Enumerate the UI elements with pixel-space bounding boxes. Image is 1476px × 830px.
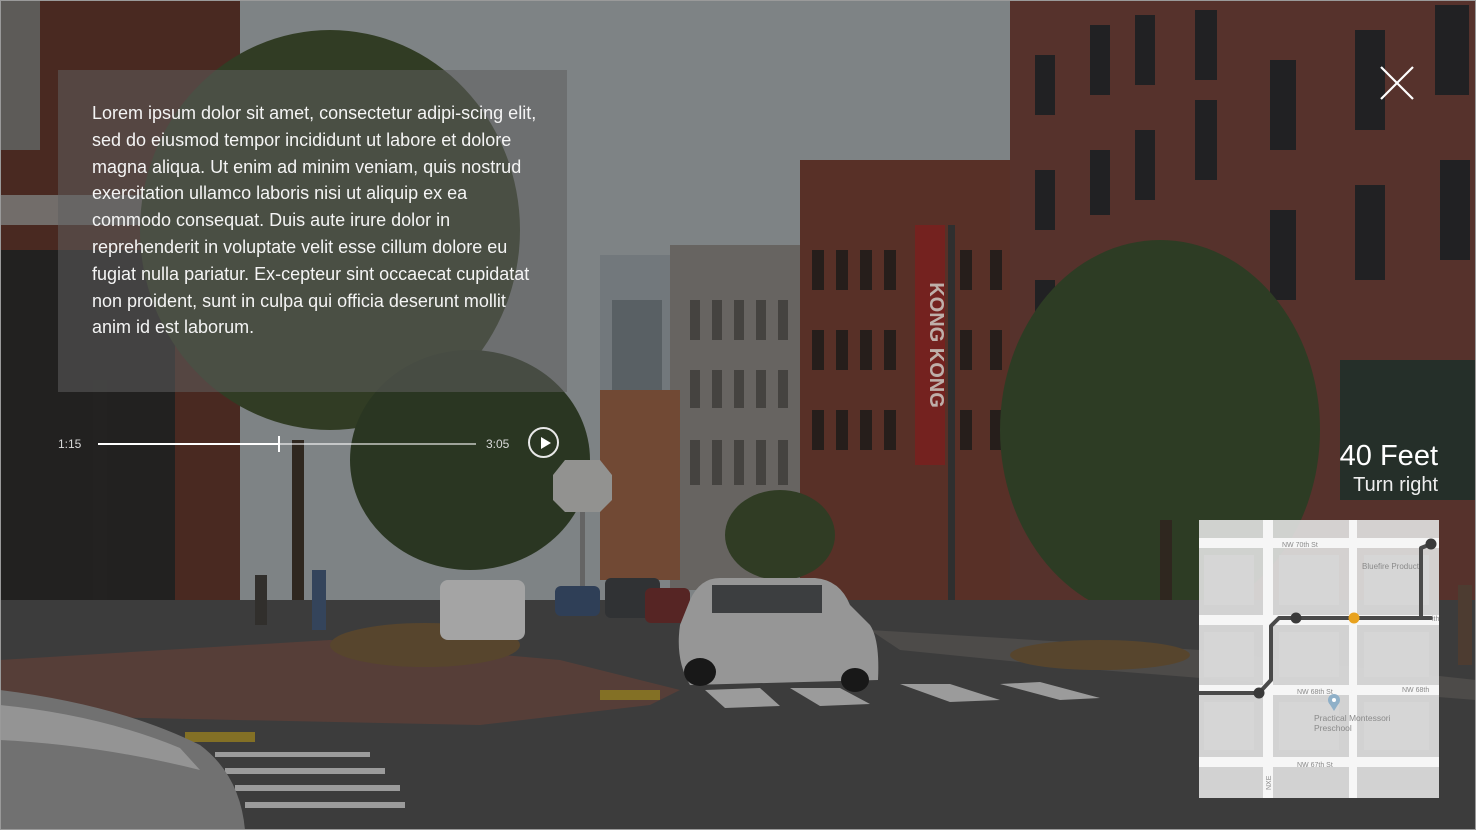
route-waypoint <box>1253 687 1265 699</box>
current-time: 1:15 <box>58 437 82 451</box>
progress-track[interactable] <box>98 436 476 452</box>
description-panel: Lorem ipsum dolor sit amet, consectetur … <box>58 70 567 392</box>
map-label-street-top: NW 70th St <box>1282 542 1318 549</box>
play-button[interactable] <box>528 427 559 458</box>
description-text: Lorem ipsum dolor sit amet, consectetur … <box>92 103 537 338</box>
map-label-poi: Practical Montessori Preschool <box>1314 713 1391 733</box>
progress-handle[interactable] <box>278 436 281 452</box>
street-view-screen: KONG KONG Lorem ipsum dolor sit amet, co… <box>0 0 1476 830</box>
close-button[interactable] <box>1377 63 1417 103</box>
map-label-street-mid-right: NW 68th <box>1402 687 1429 694</box>
map-label-poi-top: Bluefire Product <box>1362 562 1420 571</box>
progress-fill <box>98 443 280 445</box>
map-label-poi-wrap: Practical Montessori Preschool <box>1314 713 1391 733</box>
mini-map-graphic: NW 70th St Bluefire Product ith NW 68th … <box>1199 520 1439 798</box>
turn-instruction: 40 Feet Turn right <box>1340 440 1438 498</box>
map-label-vertical: NXE <box>1266 775 1273 790</box>
instruction-label: Turn right <box>1353 474 1438 496</box>
audio-player: 1:15 3:05 <box>58 425 568 465</box>
map-label-street-bottom: NW 67th St <box>1297 762 1333 769</box>
distance-label: 40 Feet <box>1339 440 1438 472</box>
route-waypoint <box>1290 612 1302 624</box>
mini-map[interactable]: NW 70th St Bluefire Product ith NW 68th … <box>1199 520 1439 798</box>
map-label-street-mid-left: NW 68th St <box>1297 689 1333 696</box>
map-label-right-edge: ith <box>1432 616 1439 623</box>
current-location-marker <box>1348 612 1360 624</box>
total-time: 3:05 <box>486 437 510 451</box>
route-destination <box>1425 538 1437 550</box>
play-icon <box>541 437 551 449</box>
close-icon <box>1380 66 1414 100</box>
